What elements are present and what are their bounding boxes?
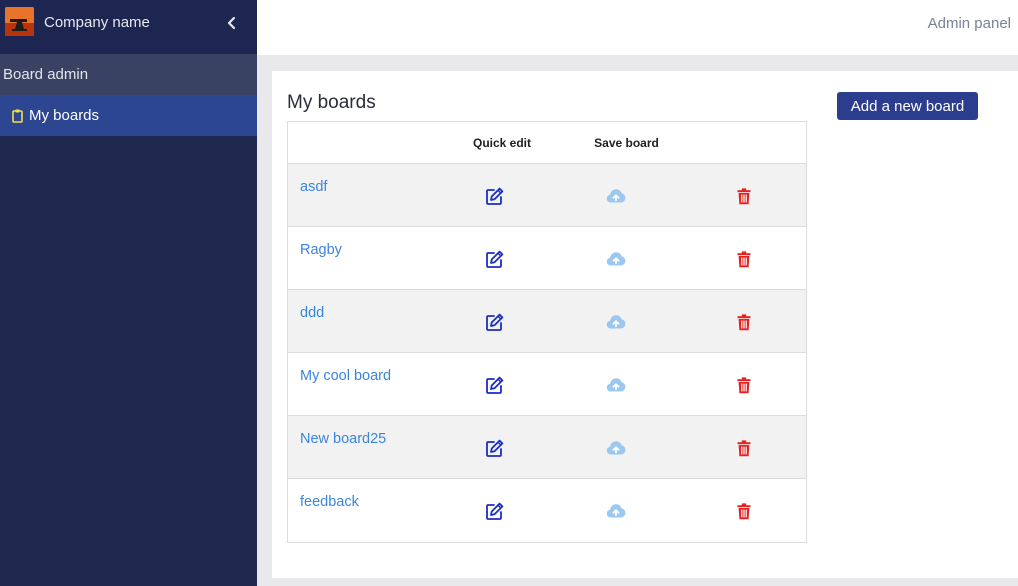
top-header: Admin panel [257,0,1018,55]
sidebar-section-title: Board admin [0,54,257,95]
quick-edit-button[interactable] [484,249,504,269]
quick-edit-button[interactable] [484,186,504,206]
clipboard-icon [12,109,23,123]
brand-header: Company name [0,0,257,54]
sidebar: Company name Board admin My boards [0,0,257,586]
edit-icon [485,376,503,394]
board-name-link[interactable]: New board25 [300,431,386,447]
cloud-upload-icon [606,315,626,329]
delete-board-button[interactable] [734,375,754,395]
save-board-button[interactable] [606,375,626,395]
board-name-link[interactable]: My cool board [300,368,391,384]
column-header-save-board: Save board [594,135,659,150]
trash-icon [737,502,751,519]
admin-panel-link[interactable]: Admin panel [928,15,1011,32]
sidebar-item-label: My boards [29,107,100,124]
save-board-button[interactable] [606,438,626,458]
company-name: Company name [44,14,150,31]
edit-icon [485,502,503,520]
table-body: asdf Ragby ddd My cool board New board25… [288,164,806,542]
sidebar-item-my-boards[interactable]: My boards [0,95,257,136]
board-name-link[interactable]: feedback [300,494,359,510]
board-name-link[interactable]: asdf [300,179,327,195]
trash-icon [737,187,751,204]
trash-icon [737,439,751,456]
edit-icon [485,187,503,205]
cloud-upload-icon [606,504,626,518]
cloud-upload-icon [606,378,626,392]
save-board-button[interactable] [606,501,626,521]
cloud-upload-icon [606,189,626,203]
page-title: My boards [287,92,376,113]
save-board-button[interactable] [606,312,626,332]
trash-icon [737,376,751,393]
table-row: feedback [288,479,806,542]
trash-icon [737,250,751,267]
edit-icon [485,250,503,268]
edit-icon [485,439,503,457]
boards-table: Quick edit Save board asdf Ragby ddd My … [287,121,807,543]
company-logo[interactable] [5,7,34,36]
edit-icon [485,313,503,331]
table-header: Quick edit Save board [288,122,806,164]
quick-edit-button[interactable] [484,501,504,521]
delete-board-button[interactable] [734,186,754,206]
cloud-upload-icon [606,441,626,455]
table-row: Ragby [288,227,806,290]
save-board-button[interactable] [606,186,626,206]
delete-board-button[interactable] [734,438,754,458]
add-new-board-button[interactable]: Add a new board [837,92,978,120]
board-name-link[interactable]: Ragby [300,242,342,258]
table-row: asdf [288,164,806,227]
table-row: ddd [288,290,806,353]
table-row: My cool board [288,353,806,416]
delete-board-button[interactable] [734,501,754,521]
delete-board-button[interactable] [734,249,754,269]
quick-edit-button[interactable] [484,438,504,458]
quick-edit-button[interactable] [484,312,504,332]
board-name-link[interactable]: ddd [300,305,324,321]
delete-board-button[interactable] [734,312,754,332]
main-content-card: My boards Add a new board Quick edit Sav… [272,71,1018,578]
quick-edit-button[interactable] [484,375,504,395]
column-header-quick-edit: Quick edit [472,135,531,150]
cloud-upload-icon [606,252,626,266]
trash-icon [737,313,751,330]
chevron-left-icon [227,16,236,30]
save-board-button[interactable] [606,249,626,269]
collapse-sidebar-button[interactable] [222,12,242,34]
table-row: New board25 [288,416,806,479]
